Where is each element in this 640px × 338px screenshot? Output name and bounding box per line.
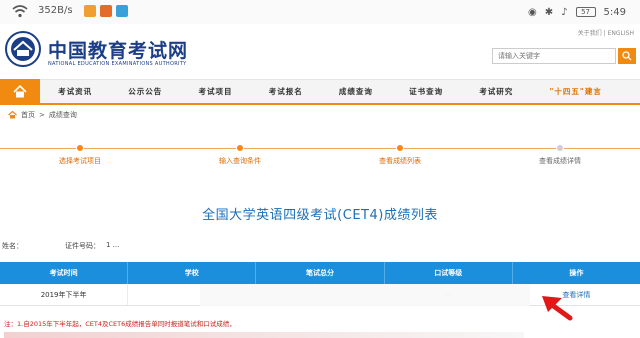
step-label: 选择考试项目 xyxy=(59,157,101,165)
nav-item-exam-projects[interactable]: 考试项目 xyxy=(199,86,233,97)
wifi-icon xyxy=(12,5,28,18)
network-speed: 352B/s xyxy=(38,5,73,16)
app-notification-icon xyxy=(84,5,96,17)
breadcrumb-separator: > xyxy=(39,111,45,119)
name-label: 姓名： xyxy=(2,242,23,250)
nav-item-14th-five-year[interactable]: "十四五"建言 xyxy=(550,86,602,97)
col-header-written-score: 笔试总分 xyxy=(256,262,385,284)
main-nav: 考试资讯 公示公告 考试项目 考试报名 成绩查询 证书查询 考试研究 "十四五"… xyxy=(0,78,640,105)
neea-logo-icon[interactable] xyxy=(4,30,42,68)
mute-icon: ♪ xyxy=(561,6,568,18)
nav-item-exam-research[interactable]: 考试研究 xyxy=(479,86,513,97)
nav-item-exam-news[interactable]: 考试资讯 xyxy=(58,86,92,97)
footnote-continued xyxy=(4,332,524,338)
app-notification-icon xyxy=(100,5,112,17)
step-view-list: 查看成绩列表 xyxy=(340,144,460,166)
name-value-redacted xyxy=(29,241,59,251)
battery-icon: 57 xyxy=(575,7,596,17)
phone-status-bar: 352B/s ◉ ✱ ♪ 57 5:49 xyxy=(0,0,640,24)
nav-item-score-query[interactable]: 成绩查询 xyxy=(339,86,373,97)
bluetooth-icon: ✱ xyxy=(544,6,554,18)
red-arrow-annotation xyxy=(542,296,573,321)
search-input[interactable] xyxy=(492,48,616,64)
nav-home-button[interactable] xyxy=(0,78,40,105)
step-select-exam: 选择考试项目 xyxy=(20,144,140,166)
search-button[interactable] xyxy=(618,48,636,64)
step-dot xyxy=(396,144,404,152)
app-notification-icon xyxy=(116,5,128,17)
breadcrumb-home[interactable]: 首页 xyxy=(21,110,35,120)
top-links[interactable]: 关于我们 | ENGLISH xyxy=(578,28,634,37)
eye-icon: ◉ xyxy=(528,6,537,18)
nav-item-announcements[interactable]: 公示公告 xyxy=(128,86,162,97)
id-label: 证件号码： xyxy=(65,242,100,250)
step-view-detail: 查看成绩详情 xyxy=(500,144,620,166)
footnote: 注：1.自2015年下半年起，CET4及CET6成绩报告单同时报道笔试和口试成绩… xyxy=(4,320,236,328)
candidate-info: 姓名： 证件号码： 1 ... xyxy=(2,241,119,251)
home-icon xyxy=(8,111,17,119)
step-dot xyxy=(236,144,244,152)
site-subtitle: NATIONAL EDUCATION EXAMINATIONS AUTHORIT… xyxy=(48,61,187,67)
clock: 5:49 xyxy=(603,6,626,18)
cell-exam-time: 2019年下半年 xyxy=(0,284,129,305)
site-header: 中国教育考试网 NATIONAL EDUCATION EXAMINATIONS … xyxy=(0,24,640,76)
col-header-exam-time: 考试时间 xyxy=(0,262,129,284)
step-enter-conditions: 输入查询条件 xyxy=(180,144,300,166)
id-value: 1 ... xyxy=(106,241,120,249)
page-title: 全国大学英语四级考试(CET4)成绩列表 xyxy=(202,208,438,223)
col-header-action: 操作 xyxy=(569,269,584,277)
col-header-oral-grade: 口试等级 xyxy=(385,262,513,284)
home-icon xyxy=(13,85,27,98)
nav-item-certificate-query[interactable]: 证书查询 xyxy=(409,86,443,97)
step-label: 查看成绩列表 xyxy=(379,157,421,165)
step-label: 输入查询条件 xyxy=(219,157,261,165)
site-title[interactable]: 中国教育考试网 xyxy=(48,36,188,63)
nav-item-registration[interactable]: 考试报名 xyxy=(269,86,303,97)
breadcrumb: 首页 > 成绩查询 xyxy=(8,108,77,122)
col-header-school: 学校 xyxy=(128,262,257,284)
step-dot xyxy=(556,144,564,152)
search-icon xyxy=(622,51,632,61)
step-label: 查看成绩详情 xyxy=(539,157,581,165)
breadcrumb-current: 成绩查询 xyxy=(48,111,77,119)
step-dot xyxy=(76,144,84,152)
redacted-area xyxy=(200,284,530,306)
table-header: 考试时间 学校 笔试总分 口试等级 操作 xyxy=(0,262,640,284)
